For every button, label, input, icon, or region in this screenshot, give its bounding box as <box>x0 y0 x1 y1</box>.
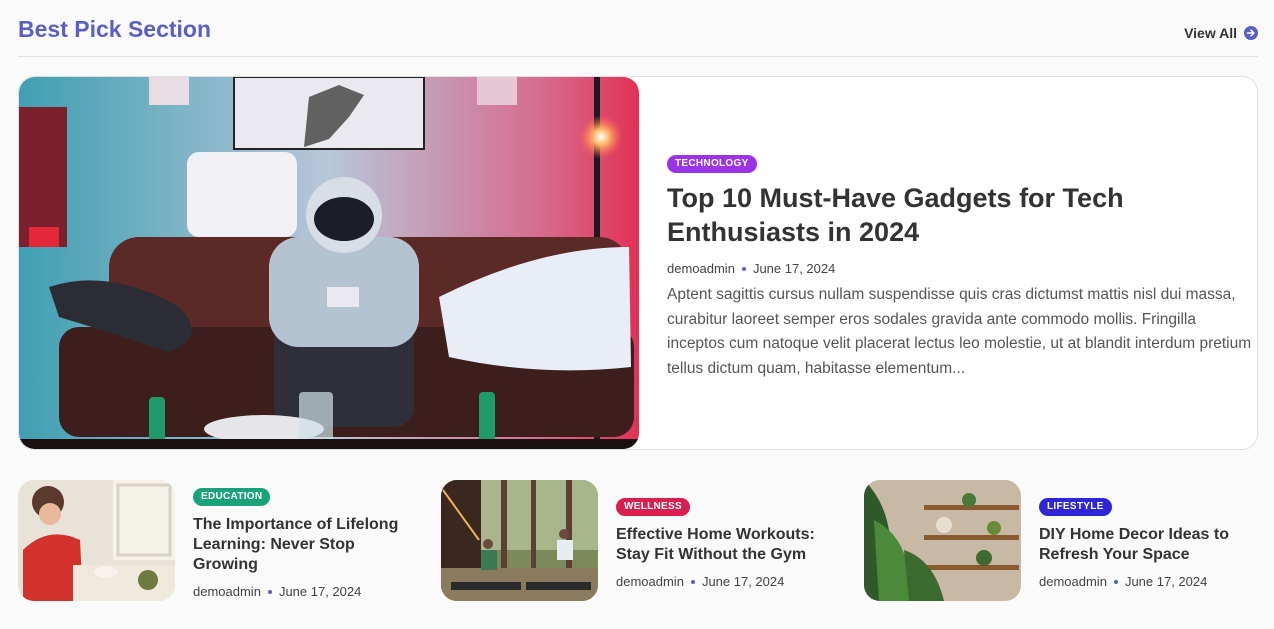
post-card-body: WELLNESS Effective Home Workouts: Stay F… <box>616 496 841 589</box>
featured-post-image[interactable] <box>19 77 639 449</box>
post-meta: demoadmin June 17, 2024 <box>193 584 418 599</box>
post-author[interactable]: demoadmin <box>1039 574 1107 589</box>
post-meta: demoadmin June 17, 2024 <box>667 261 1252 276</box>
post-author[interactable]: demoadmin <box>667 261 735 276</box>
post-card: LIFESTYLE DIY Home Decor Ideas to Refres… <box>864 480 1264 602</box>
meta-separator <box>267 589 272 594</box>
post-title[interactable]: Effective Home Workouts: Stay Fit Withou… <box>616 525 841 565</box>
arrow-right-circle-icon <box>1244 26 1258 40</box>
category-badge[interactable]: WELLNESS <box>616 498 690 516</box>
post-title[interactable]: The Importance of Lifelong Learning: Nev… <box>193 515 418 575</box>
section-title: Best Pick Section <box>18 16 212 42</box>
meta-separator <box>741 266 746 271</box>
post-meta: demoadmin June 17, 2024 <box>616 574 841 589</box>
view-all-label: View All <box>1184 25 1237 41</box>
featured-post-title[interactable]: Top 10 Must-Have Gadgets for Tech Enthus… <box>667 181 1252 249</box>
post-author[interactable]: demoadmin <box>193 584 261 599</box>
category-badge[interactable]: LIFESTYLE <box>1039 498 1112 516</box>
post-date: June 17, 2024 <box>278 584 362 599</box>
post-card-body: LIFESTYLE DIY Home Decor Ideas to Refres… <box>1039 496 1264 589</box>
post-thumbnail[interactable] <box>441 480 598 601</box>
featured-post-body: TECHNOLOGY Top 10 Must-Have Gadgets for … <box>667 153 1252 381</box>
post-card-body: EDUCATION The Importance of Lifelong Lea… <box>193 486 418 599</box>
post-author[interactable]: demoadmin <box>616 574 684 589</box>
post-date: June 17, 2024 <box>752 261 836 276</box>
post-excerpt: Aptent sagittis cursus nullam suspendiss… <box>667 286 1252 377</box>
meta-separator <box>690 579 695 584</box>
post-date: June 17, 2024 <box>1124 574 1208 589</box>
post-date: June 17, 2024 <box>701 574 785 589</box>
post-title[interactable]: DIY Home Decor Ideas to Refresh Your Spa… <box>1039 525 1264 565</box>
section-header: Best Pick Section View All <box>18 14 1258 57</box>
post-thumbnail[interactable] <box>18 480 175 601</box>
post-card: EDUCATION The Importance of Lifelong Lea… <box>18 480 418 602</box>
post-meta: demoadmin June 17, 2024 <box>1039 574 1264 589</box>
category-badge[interactable]: TECHNOLOGY <box>667 155 757 173</box>
view-all-link[interactable]: View All <box>1184 25 1258 41</box>
meta-separator <box>1113 579 1118 584</box>
category-badge[interactable]: EDUCATION <box>193 488 271 506</box>
post-card: WELLNESS Effective Home Workouts: Stay F… <box>441 480 841 602</box>
featured-post-card: TECHNOLOGY Top 10 Must-Have Gadgets for … <box>18 76 1258 450</box>
post-thumbnail[interactable] <box>864 480 1021 601</box>
